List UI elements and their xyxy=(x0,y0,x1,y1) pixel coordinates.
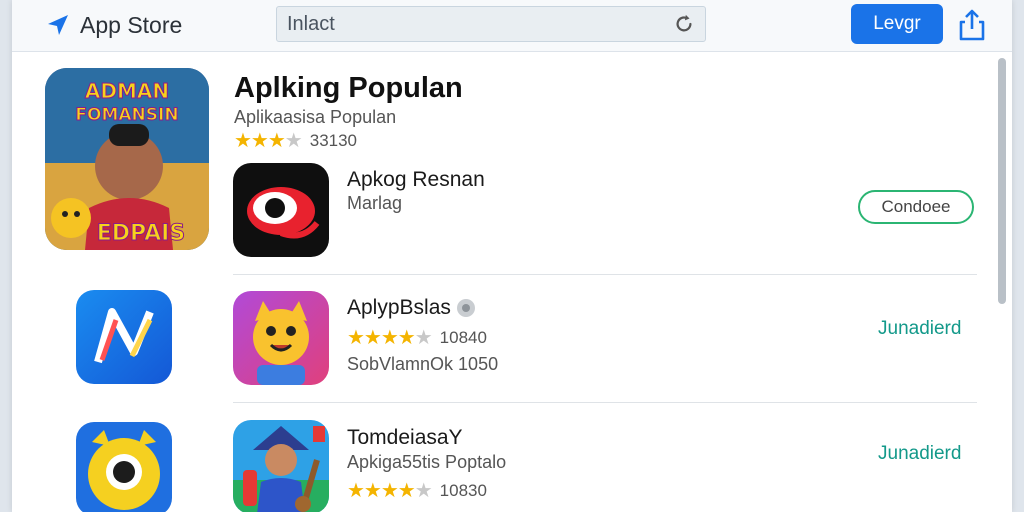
yellow-monster-icon[interactable] xyxy=(76,422,172,512)
brand[interactable]: App Store xyxy=(46,10,182,40)
cat-mascot-icon[interactable] xyxy=(233,291,329,385)
app-rating-count: 10840 xyxy=(439,327,487,347)
search-field[interactable]: Inlact xyxy=(276,6,706,42)
top-bar: App Store Inlact Levgr xyxy=(12,0,1012,52)
featured-rating-count: 33130 xyxy=(309,130,358,150)
app-subtitle: Marlag xyxy=(347,193,403,213)
app-subtitle: Apkiga55tis Poptalo xyxy=(347,452,507,472)
star-rating-icon: ★★★★★ xyxy=(347,480,433,502)
boy-guitar-icon[interactable] xyxy=(233,420,329,512)
app-name-text: AplypBslas xyxy=(347,296,451,319)
featured-title[interactable]: Aplking Populan xyxy=(234,72,463,105)
scrollbar-thumb[interactable] xyxy=(998,58,1006,304)
app-action-link[interactable]: Junadierd xyxy=(878,318,961,340)
primary-action-button[interactable]: Levgr xyxy=(851,4,943,44)
badge-icon xyxy=(456,299,475,318)
red-eye-icon[interactable] xyxy=(233,163,329,257)
app-name[interactable]: Apkog Resnan xyxy=(347,168,485,192)
art-label-mid: FOMANSIN xyxy=(75,105,178,125)
featured-rating: ★★★★ 33130 xyxy=(234,128,357,153)
divider xyxy=(233,402,977,403)
app-action-button[interactable]: Condoee xyxy=(858,190,974,224)
app-rating: ★★★★★ 10840 xyxy=(347,325,487,350)
featured-subtitle: Aplikaasisa Populan xyxy=(234,107,397,127)
app-name[interactable]: TomdeiasaY xyxy=(347,426,463,450)
search-input[interactable]: Inlact xyxy=(287,13,673,36)
app-subtitle: SobVlamnOk 1050 xyxy=(347,354,499,374)
app-store-window: App Store Inlact Levgr ADMAN FOMANSIN ED… xyxy=(12,0,1012,512)
divider xyxy=(233,274,977,275)
star-rating-icon: ★★★★ xyxy=(234,130,303,152)
app-name[interactable]: AplypBslas xyxy=(347,296,475,320)
app-title: App Store xyxy=(80,11,183,38)
colorful-n-icon[interactable] xyxy=(76,290,172,384)
art-label-top: ADMAN xyxy=(85,79,169,103)
app-rating: ★★★★★ 10830 xyxy=(347,478,487,503)
share-icon[interactable] xyxy=(956,8,988,42)
featured-artwork[interactable]: ADMAN FOMANSIN EDPAIS xyxy=(45,68,209,250)
art-label-bottom: EDPAIS xyxy=(97,221,185,246)
star-rating-icon: ★★★★★ xyxy=(347,327,433,349)
app-rating-count: 10830 xyxy=(439,480,487,500)
refresh-icon[interactable] xyxy=(673,13,695,35)
scrollbar[interactable] xyxy=(998,56,1006,512)
location-arrow-icon xyxy=(48,15,68,35)
app-action-link[interactable]: Junadierd xyxy=(878,443,961,465)
